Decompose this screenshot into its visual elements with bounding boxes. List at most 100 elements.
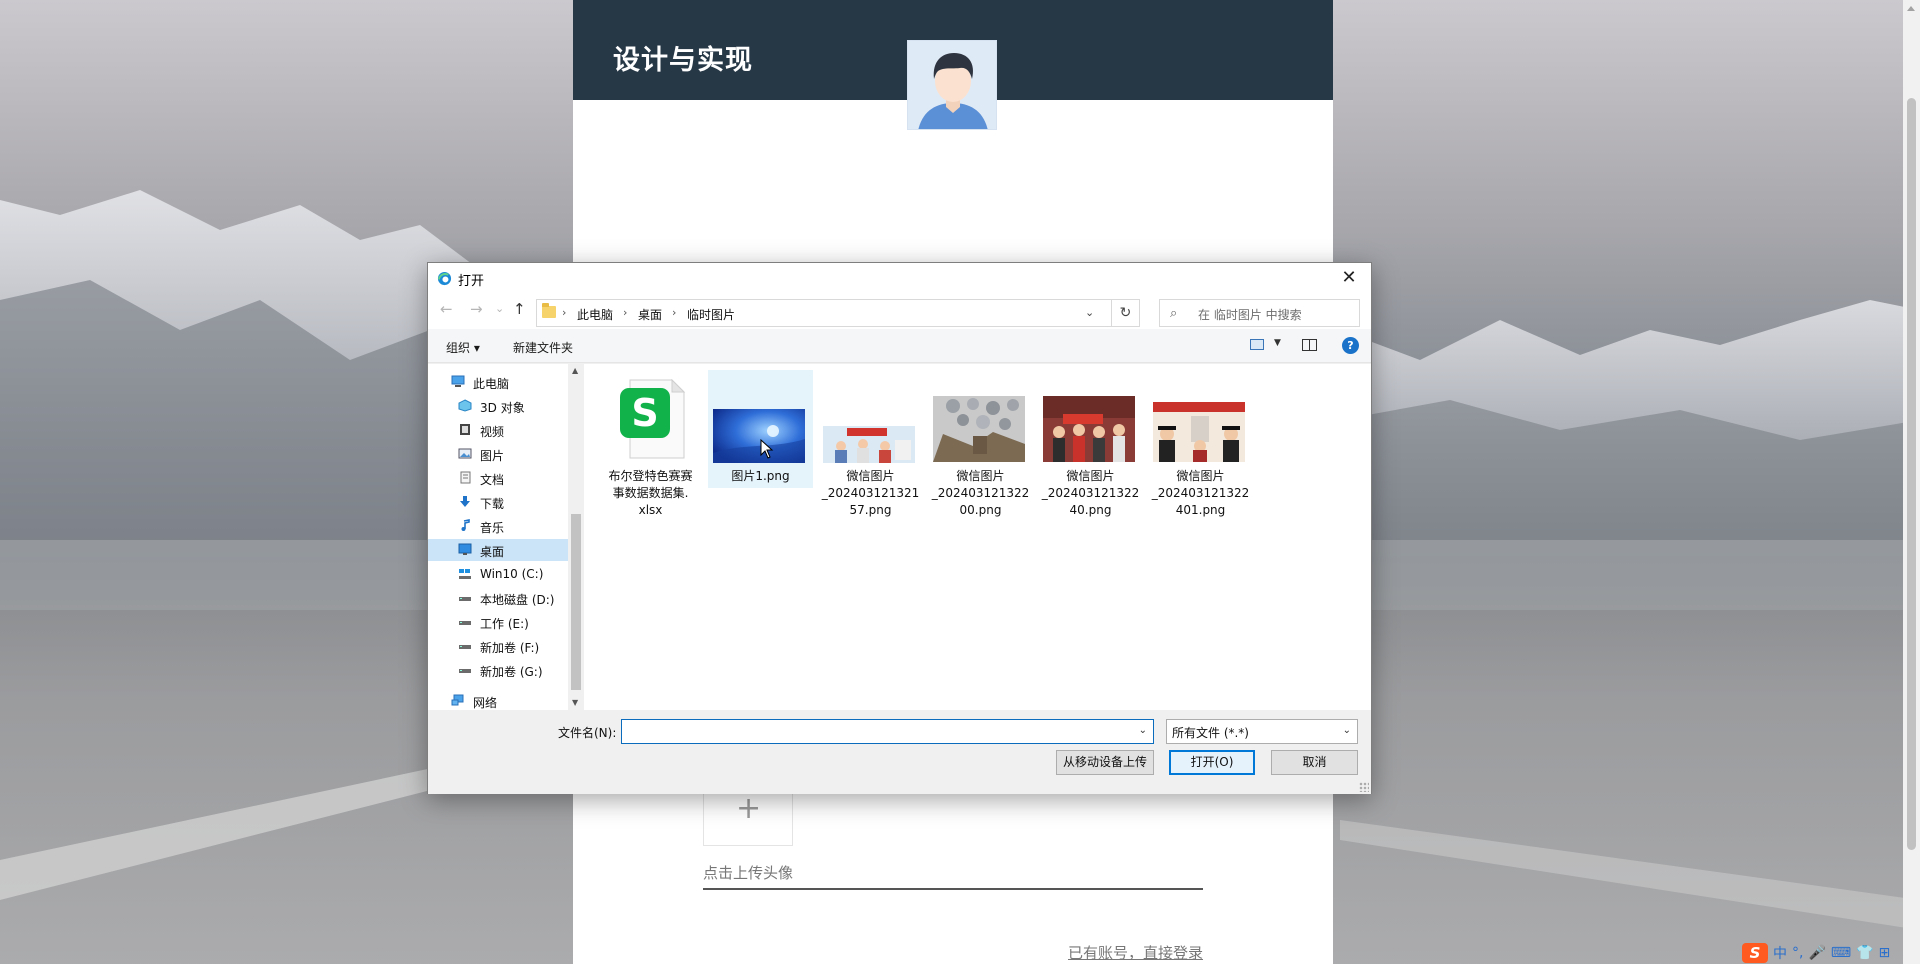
cube-icon [458,399,472,412]
sidebar-item-3d-objects[interactable]: 3D 对象 [428,395,578,417]
view-dropdown-icon[interactable]: ▼ [1274,338,1281,348]
cancel-button[interactable]: 取消 [1271,750,1358,775]
dialog-title: 打开 [458,274,485,289]
upload-hint[interactable]: 点击上传头像 [703,862,793,883]
punctuation-icon[interactable]: °, [1792,945,1803,961]
drive-icon [459,645,471,649]
sidebar-item-drive-e[interactable]: 工作 (E:) [428,611,578,633]
preview-pane-icon[interactable] [1302,339,1317,351]
sidebar-item-this-pc[interactable]: 此电脑 [428,371,578,393]
desktop-icon [458,543,472,555]
sidebar-item-label: 音乐 [480,521,505,535]
sidebar-item-desktop[interactable]: 桌面 [428,539,578,561]
drive-icon [459,597,471,601]
help-icon[interactable]: ? [1342,337,1359,354]
document-icon [460,471,471,484]
close-icon[interactable]: ✕ [1326,263,1372,293]
dialog-footer: 文件名(N): ⌄ 所有文件 (*.*) ⌄ 从移动设备上传 打开(O) 取消 [428,710,1371,794]
sidebar-item-drive-c[interactable]: Win10 (C:) [428,563,578,585]
sidebar-item-documents[interactable]: 文档 [428,467,578,489]
scroll-up-icon[interactable]: ▲ [572,366,578,375]
input-underline [703,888,1203,890]
search-icon: ⌕ [1170,306,1178,321]
file-item[interactable]: 微信图片 _202403121322 00.png [928,370,1033,517]
sidebar-item-drive-g[interactable]: 新加卷 (G:) [428,659,578,681]
mouse-cursor-icon [760,439,774,459]
microphone-icon[interactable]: 🎤 [1808,945,1825,961]
avatar[interactable] [907,40,997,130]
edge-browser-icon [437,271,452,286]
chevron-down-icon[interactable]: ⌄ [1139,725,1147,736]
file-name: 微信图片 _202403121322 00.png [931,469,1030,517]
ime-lang[interactable]: 中 [1773,943,1787,963]
sidebar-item-downloads[interactable]: 下载 [428,491,578,513]
sogou-logo-icon[interactable]: S [1742,943,1768,963]
image-thumbnail [713,409,805,463]
plus-icon: + [736,791,762,826]
navigation-pane: 此电脑 3D 对象 视频 图片 文档 下载 音乐 桌面 Win10 (C:) 本… [428,364,588,710]
file-item[interactable]: 微信图片 _202403121322 40.png [1038,370,1143,517]
page-scrollbar[interactable] [1903,0,1920,964]
file-type-select[interactable]: 所有文件 (*.*) ⌄ [1166,719,1358,744]
search-box[interactable]: ⌕ 在 临时图片 中搜索 [1159,299,1360,327]
image-thumbnail [1043,396,1135,462]
sidebar-item-drive-d[interactable]: 本地磁盘 (D:) [428,587,578,609]
file-item[interactable]: 微信图片 _202403121322 401.png [1148,370,1253,517]
skin-icon[interactable]: 👕 [1856,945,1873,961]
picture-icon [458,448,472,459]
file-type-value: 所有文件 (*.*) [1172,726,1249,740]
windows-drive-icon [459,569,471,579]
sidebar-item-label: Win10 (C:) [480,567,544,581]
file-name: 微信图片 _202403121322 401.png [1151,469,1250,517]
page-title: 设计与实现 [613,45,753,76]
recent-locations-icon[interactable]: ⌄ [495,303,504,314]
file-item[interactable]: 图片1.png [708,370,813,488]
image-thumbnail [933,396,1025,462]
login-link[interactable]: 已有账号，直接登录 [1068,942,1203,963]
sidebar-item-videos[interactable]: 视频 [428,419,578,441]
scroll-thumb[interactable] [1907,98,1916,850]
filename-input[interactable]: ⌄ [621,719,1154,744]
ime-toolbar: S 中 °, 🎤 ⌨ 👕 ⊞ [1742,942,1920,964]
spreadsheet-letter: S [631,391,658,435]
resize-grip-icon[interactable] [1359,782,1369,792]
sidebar-item-network[interactable]: 网络 [428,690,578,712]
dialog-titlebar[interactable]: 打开 ✕ [428,263,1371,293]
video-icon [460,424,470,435]
sidebar-item-drive-f[interactable]: 新加卷 (F:) [428,635,578,657]
keyboard-icon[interactable]: ⌨ [1831,945,1851,961]
toolbox-icon[interactable]: ⊞ [1879,945,1891,961]
breadcrumb-desktop[interactable]: 桌面 [638,306,662,323]
sidebar-item-label: 新加卷 (F:) [480,641,540,655]
file-open-dialog: 打开 ✕ ← → ⌄ ↑ › 此电脑 › 桌面 › 临时图片 ⌄ ↻ ⌕ 在 临… [427,262,1372,794]
chevron-down-icon[interactable]: ⌄ [1085,306,1094,319]
sidebar-item-label: 本地磁盘 (D:) [480,593,555,607]
drive-icon [459,621,471,625]
refresh-icon[interactable]: ↻ [1112,299,1140,327]
scroll-thumb[interactable] [571,514,581,690]
drive-icon [459,669,471,673]
file-item[interactable]: S 布尔登特色赛赛 事数据数据集. xlsx [598,370,703,517]
forward-arrow-icon[interactable]: → [470,302,483,317]
breadcrumb-this-pc[interactable]: 此电脑 [577,306,613,323]
up-folder-icon[interactable]: ↑ [513,302,526,317]
new-folder-button[interactable]: 新建文件夹 [513,339,573,356]
upload-from-mobile-button[interactable]: 从移动设备上传 [1056,750,1154,775]
view-mode-icon[interactable] [1250,339,1264,350]
open-button[interactable]: 打开(O) [1169,750,1255,775]
organize-button[interactable]: 组织 ▾ [446,339,480,356]
folder-icon [542,303,556,318]
sidebar-item-music[interactable]: 音乐 [428,515,578,537]
scroll-up-icon[interactable] [1907,6,1915,11]
breadcrumb-temp-images[interactable]: 临时图片 [687,306,735,323]
file-item[interactable]: 微信图片 _202403121321 57.png [818,370,923,517]
filename-label: 文件名(N): [558,726,617,740]
scroll-down-icon[interactable]: ▼ [572,698,578,707]
address-bar[interactable]: › 此电脑 › 桌面 › 临时图片 ⌄ [536,299,1112,327]
sidebar-item-label: 此电脑 [473,377,510,391]
sidebar-item-pictures[interactable]: 图片 [428,443,578,465]
back-arrow-icon[interactable]: ← [440,302,453,317]
music-icon [461,519,470,531]
sidebar-item-label: 图片 [480,449,505,463]
navigation-pane-scrollbar[interactable]: ▲ ▼ [568,364,584,710]
